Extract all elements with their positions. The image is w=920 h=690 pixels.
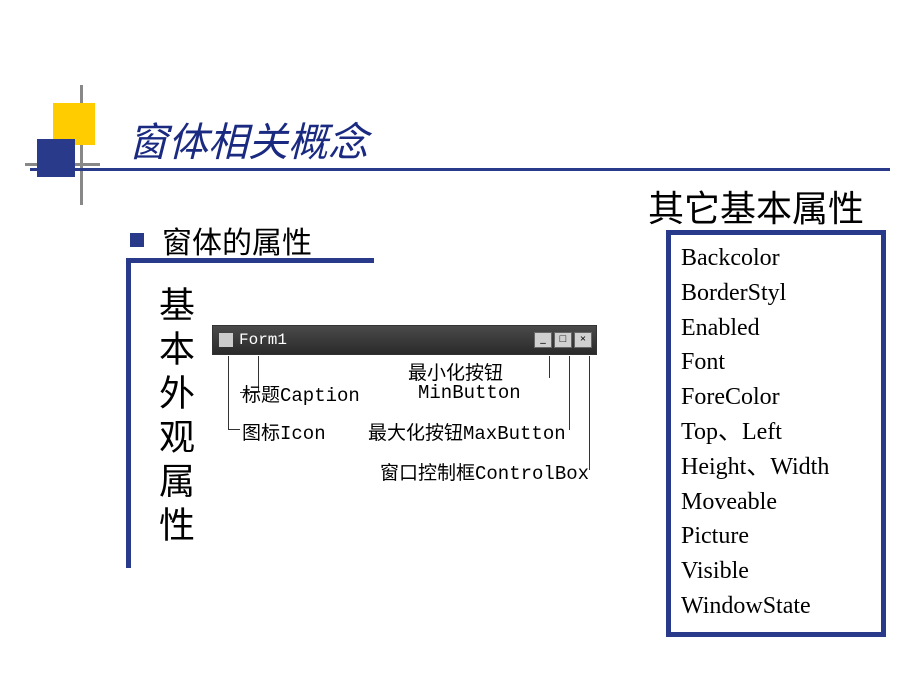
- anno-line-max: [569, 356, 570, 430]
- basic-appearance-label: 基本外观属性: [148, 286, 200, 550]
- prop-picture: Picture: [681, 519, 871, 554]
- minimize-button[interactable]: _: [534, 332, 552, 348]
- prop-enabled: Enabled: [681, 311, 871, 346]
- prop-forecolor: ForeColor: [681, 380, 871, 415]
- anno-controlbox: 窗口控制框ControlBox: [380, 458, 589, 485]
- prop-visible: Visible: [681, 554, 871, 589]
- form-titlebar: Form1 _ □ ×: [213, 326, 596, 354]
- anno-max: 最大化按钮MaxButton: [368, 418, 566, 445]
- anno-line-icon: [228, 356, 229, 429]
- prop-height-width: Height、Width: [681, 450, 871, 485]
- prop-borderstyle: BorderStyl: [681, 276, 871, 311]
- title-underline: [30, 168, 890, 171]
- slide-title: 窗体相关概念: [128, 110, 368, 168]
- prop-backcolor: Backcolor: [681, 241, 871, 276]
- anno-line-min: [549, 356, 550, 378]
- bullet-icon: [130, 233, 144, 247]
- prop-windowstate: WindowState: [681, 589, 871, 624]
- subtitle-vertical-line: [126, 258, 131, 568]
- form-window: Form1 _ □ ×: [212, 325, 597, 355]
- maximize-button[interactable]: □: [554, 332, 572, 348]
- prop-top-left: Top、Left: [681, 415, 871, 450]
- form-icon: [219, 333, 233, 347]
- subtitle-underline: [126, 258, 374, 263]
- decor-blue-square: [37, 139, 75, 177]
- anno-min-cn: 最小化按钮: [408, 358, 503, 385]
- form-titlebar-left: Form1: [217, 331, 287, 349]
- anno-icon: 图标Icon: [242, 418, 326, 445]
- slide-corner-decoration: [25, 85, 105, 205]
- subtitle-row: 窗体的属性: [130, 218, 312, 262]
- anno-min-en: MinButton: [418, 382, 521, 404]
- other-properties-heading: 其它基本属性: [648, 180, 864, 232]
- anno-caption: 标题Caption: [242, 380, 360, 407]
- prop-font: Font: [681, 345, 871, 380]
- prop-moveable: Moveable: [681, 485, 871, 520]
- form-title-text: Form1: [239, 331, 287, 349]
- anno-line-controlbox: [589, 356, 590, 470]
- subtitle-text: 窗体的属性: [162, 218, 312, 262]
- form-window-controls: _ □ ×: [534, 332, 592, 348]
- anno-line-icon-h: [228, 429, 240, 430]
- close-button[interactable]: ×: [574, 332, 592, 348]
- property-list-box: Backcolor BorderStyl Enabled Font ForeCo…: [666, 230, 886, 637]
